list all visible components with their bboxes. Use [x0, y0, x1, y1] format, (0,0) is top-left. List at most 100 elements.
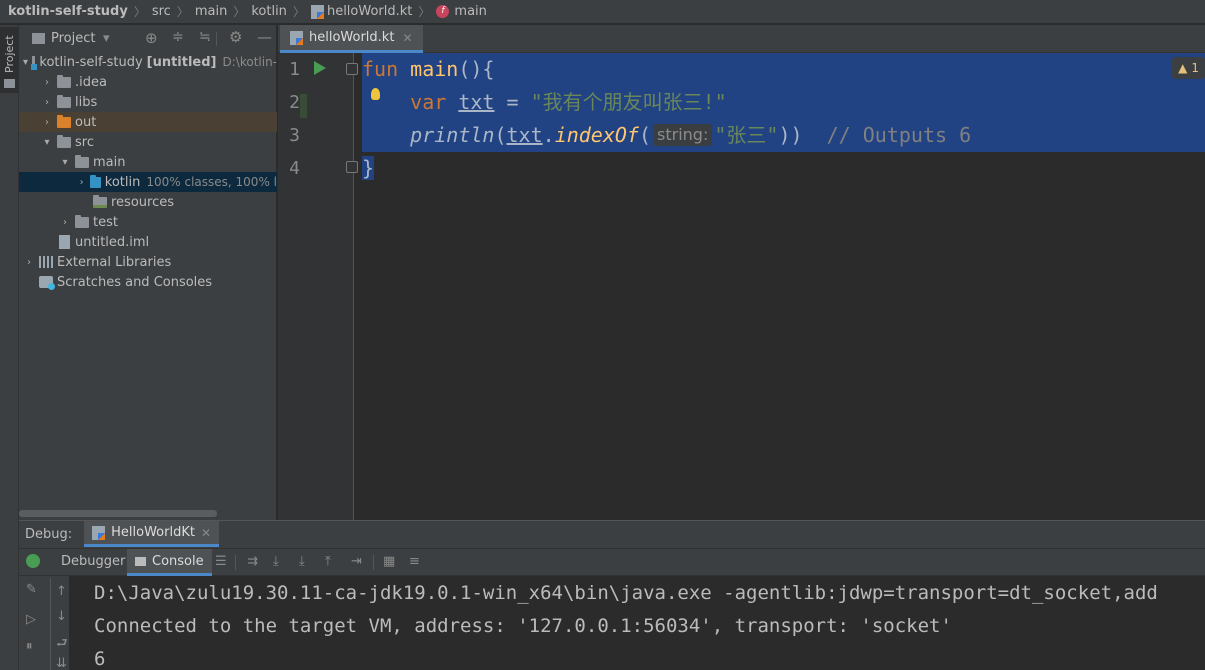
code-comment: // Outputs 6: [826, 123, 972, 147]
tree-item-kotlin[interactable]: › kotlin 100% classes, 100% l: [19, 172, 277, 192]
keyword: fun: [362, 57, 399, 81]
tree-item-label: kotlin: [104, 174, 141, 190]
tab-helloworld-kt[interactable]: helloWorld.kt ✕: [280, 25, 423, 53]
console-line: Connected to the target VM, address: '12…: [94, 615, 952, 637]
line-number: 1: [289, 59, 300, 80]
breadcrumb: kotlin-self-study 〉 src 〉 main 〉 kotlin …: [0, 0, 1205, 24]
debug-header: Debug: HelloWorldKt ✕: [19, 521, 1205, 547]
chevron-right-icon: 〉: [233, 5, 246, 19]
expand-all-icon[interactable]: ≑: [172, 29, 184, 45]
code-line-4[interactable]: }: [362, 152, 1205, 185]
tab-debug-session[interactable]: HelloWorldKt ✕: [84, 521, 220, 547]
breadcrumb-symbol[interactable]: main: [454, 4, 486, 19]
tree-item-label: resources: [111, 194, 175, 210]
folder-icon: [57, 94, 71, 108]
project-view-selector[interactable]: Project: [51, 31, 95, 46]
step-into-icon[interactable]: ⤓: [299, 554, 305, 569]
tab-console[interactable]: Console: [127, 549, 212, 576]
chevron-right-icon: ›: [45, 96, 49, 108]
folder-icon: [32, 33, 45, 44]
tree-item-external-libraries[interactable]: › External Libraries: [19, 252, 277, 272]
module-file-icon: [59, 235, 70, 249]
debug-bug-icon[interactable]: [26, 554, 40, 568]
source-folder-icon: [90, 174, 101, 188]
excluded-folder-icon: [57, 114, 71, 128]
warning-count: 1: [1191, 61, 1199, 75]
code-punct: (: [638, 123, 652, 147]
arrow-up-icon[interactable]: ↑: [56, 584, 67, 599]
change-marker: [300, 94, 307, 118]
tree-item-out[interactable]: › out: [19, 112, 277, 132]
chevron-right-icon: ›: [63, 216, 67, 228]
collapse-all-icon[interactable]: ≒: [199, 29, 211, 45]
soft-wrap-icon[interactable]: ⮐: [56, 634, 68, 656]
session-tab-label: HelloWorldKt: [111, 525, 195, 540]
lightbulb-icon[interactable]: [371, 88, 380, 100]
tree-item-test[interactable]: › test: [19, 212, 277, 232]
chevron-right-icon: 〉: [133, 5, 146, 19]
breadcrumb-kotlin[interactable]: kotlin: [251, 4, 287, 19]
tree-item-project-root[interactable]: ▾ kotlin-self-study [untitled] D:\kotlin…: [19, 52, 277, 72]
chevron-down-icon[interactable]: ▾: [103, 31, 110, 46]
close-icon[interactable]: ✕: [201, 526, 211, 540]
wrench-icon[interactable]: ✎: [26, 582, 37, 597]
show-execution-point-icon[interactable]: ⇉: [247, 554, 258, 569]
tree-item-idea[interactable]: › .idea: [19, 72, 277, 92]
tree-item-libs[interactable]: › libs: [19, 92, 277, 112]
resume-icon[interactable]: ▷: [26, 612, 36, 627]
step-over-icon[interactable]: ⤓: [273, 554, 279, 569]
tree-item-label: External Libraries: [57, 254, 172, 270]
variable-name: txt: [506, 123, 543, 147]
evaluate-expression-icon[interactable]: ▦: [383, 554, 395, 569]
breadcrumb-file[interactable]: helloWorld.kt: [327, 4, 412, 19]
gear-icon[interactable]: ⚙: [229, 28, 242, 46]
arrow-down-icon[interactable]: ↓: [56, 609, 67, 624]
folder-icon: [57, 74, 71, 88]
editor-gutter: 1 2 3 4: [278, 53, 358, 520]
locate-icon[interactable]: ⊕: [145, 29, 158, 47]
tree-item-label: kotlin-self-study: [39, 54, 143, 70]
tree-item-suffix: [untitled]: [146, 54, 217, 70]
code-line-2[interactable]: var txt = "我有个朋友叫张三!": [362, 86, 1205, 119]
tab-debugger[interactable]: Debugger: [61, 554, 125, 569]
run-to-cursor-icon[interactable]: ⇥: [351, 554, 362, 569]
trace-icon[interactable]: ≡: [409, 554, 420, 569]
fold-icon[interactable]: [346, 63, 358, 75]
tree-item-untitled-iml[interactable]: untitled.iml: [19, 232, 277, 252]
fold-icon[interactable]: [346, 161, 358, 173]
tree-item-main[interactable]: ▾ main: [19, 152, 277, 172]
console-output[interactable]: D:\Java\zulu19.30.11-ca-jdk19.0.1-win_x6…: [69, 576, 1205, 670]
scroll-to-end-icon[interactable]: ⇊: [56, 656, 67, 670]
warning-icon: ▲: [1178, 61, 1188, 75]
pause-icon[interactable]: ⏸: [26, 639, 33, 654]
breadcrumb-src[interactable]: src: [152, 4, 171, 19]
editor-tab-bar: helloWorld.kt ✕: [278, 25, 1205, 53]
project-panel-header: Project ▾ ⊕ ≑ ≒ ⚙ —: [19, 25, 277, 53]
tree-item-src[interactable]: ▾ src: [19, 132, 277, 152]
debug-side-toolbar: ✎ ▷ ⏸ ↑ ↓ ⮐ ⇊: [19, 576, 69, 670]
minimize-icon[interactable]: —: [257, 28, 272, 46]
bottom-left-strip: [0, 520, 19, 670]
chevron-right-icon: ›: [79, 176, 84, 188]
tree-item-scratches[interactable]: Scratches and Consoles: [19, 272, 277, 292]
tree-item-label: src: [75, 134, 94, 150]
breadcrumb-project[interactable]: kotlin-self-study: [8, 4, 128, 19]
close-icon[interactable]: ✕: [402, 31, 412, 45]
horizontal-scrollbar[interactable]: [19, 510, 217, 517]
chevron-right-icon: ›: [45, 76, 49, 88]
run-icon[interactable]: [314, 61, 326, 75]
chevron-right-icon: ›: [27, 256, 31, 268]
code-punct: =: [494, 90, 531, 114]
code-line-3[interactable]: println(txt.indexOf(string: "张三")) // Out…: [362, 119, 1205, 152]
tree-item-label: libs: [75, 94, 98, 110]
tree-item-resources[interactable]: resources: [19, 192, 277, 212]
code-line-1[interactable]: fun main(){: [362, 53, 1205, 86]
step-out-icon[interactable]: ⤒: [325, 554, 331, 569]
keyword: var: [410, 90, 447, 114]
menu-icon[interactable]: ☰: [215, 554, 227, 569]
inspection-widget[interactable]: ▲ 1: [1172, 57, 1205, 79]
project-tool-tab[interactable]: Project: [0, 27, 19, 93]
function-call: indexOf: [554, 123, 639, 147]
console-line: 6: [94, 648, 106, 670]
breadcrumb-main[interactable]: main: [195, 4, 227, 19]
